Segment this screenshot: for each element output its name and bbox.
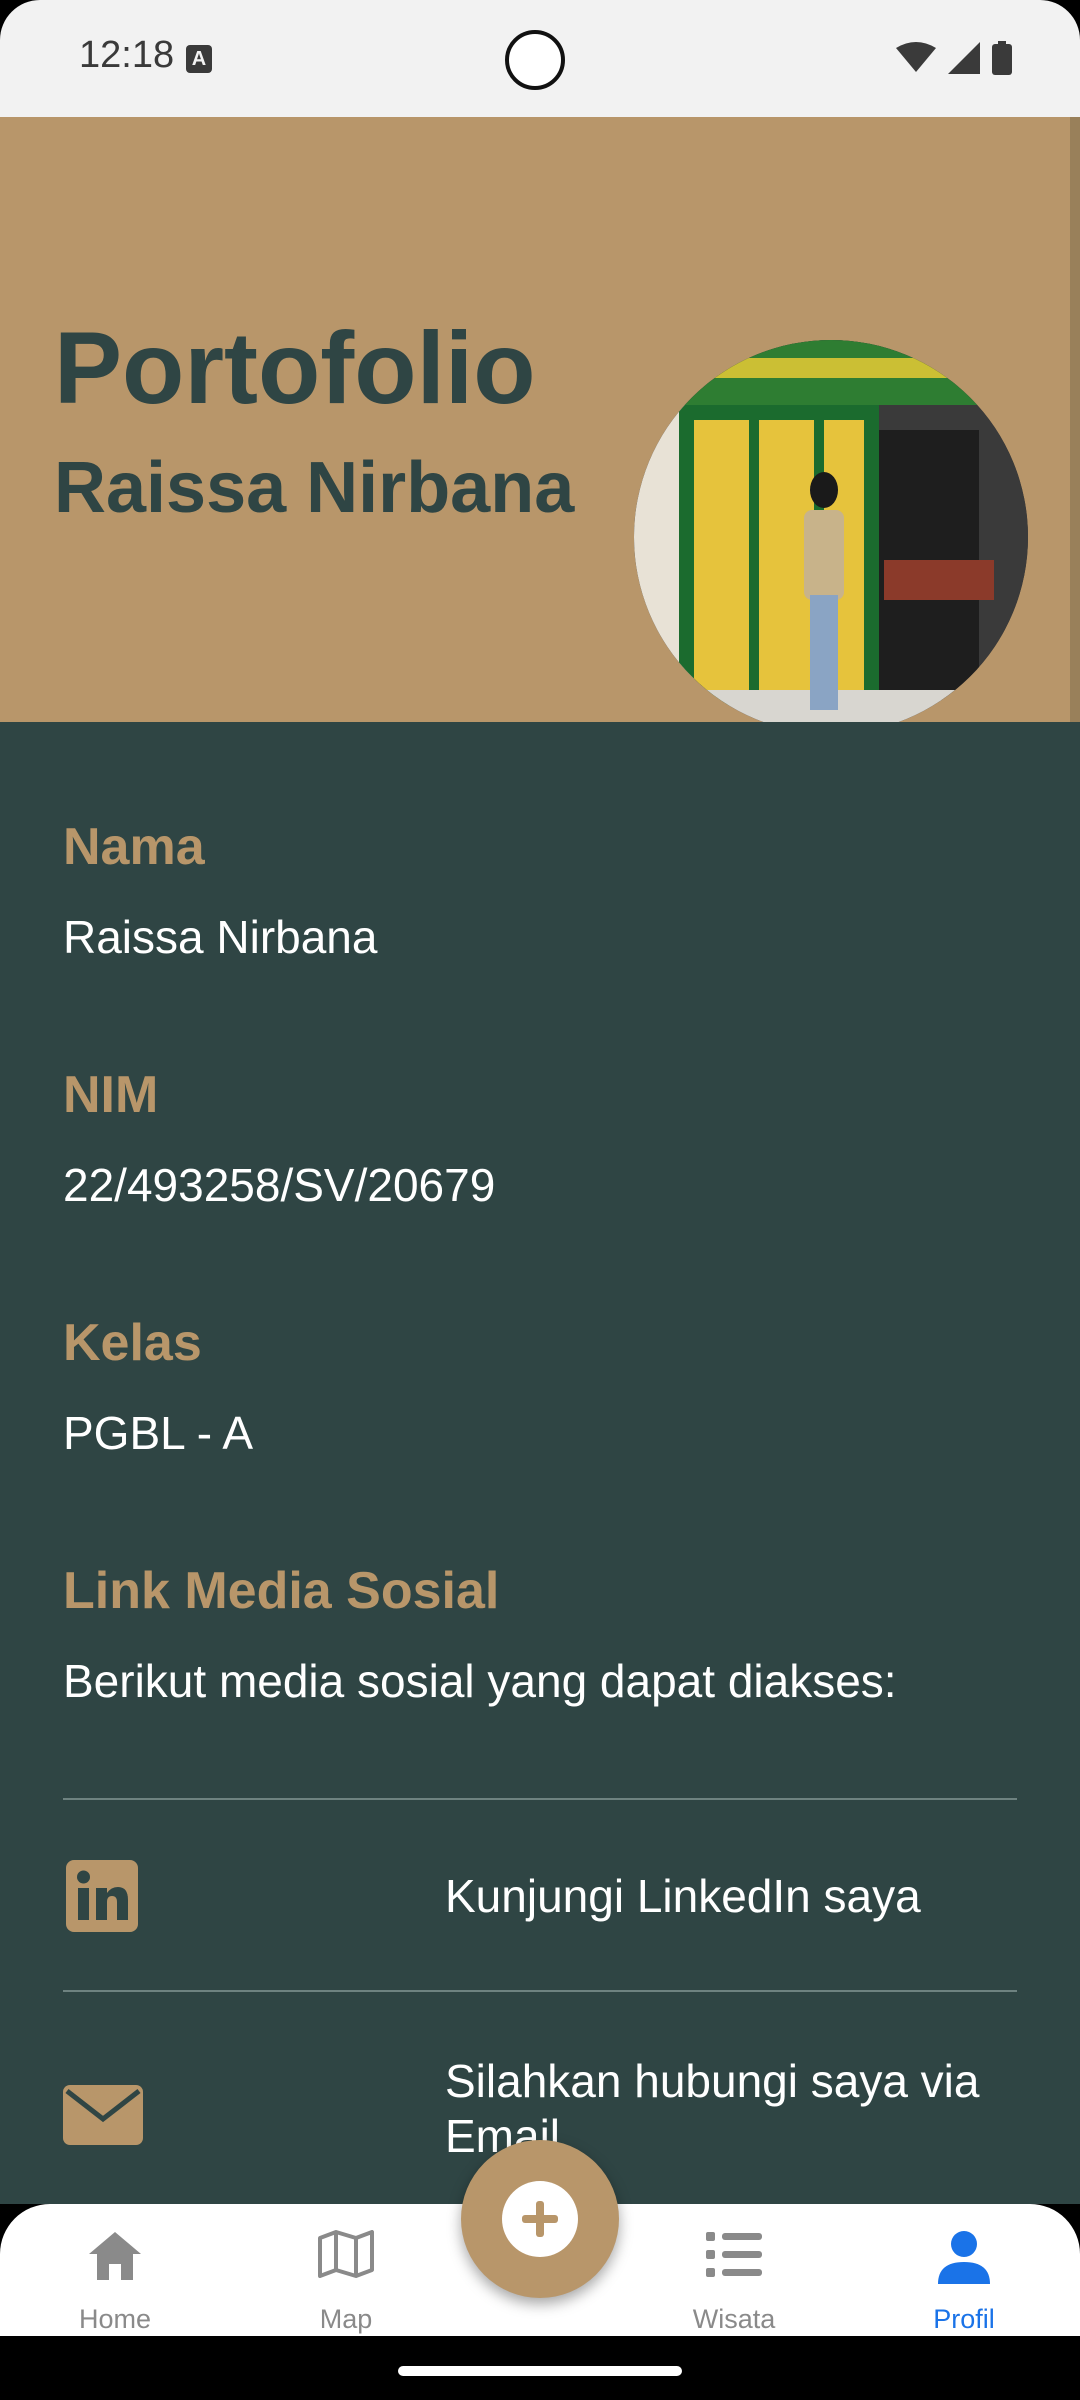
envelope-icon bbox=[63, 2085, 143, 2145]
signal-icon bbox=[948, 42, 980, 74]
profile-content: Nama Raissa Nirbana NIM 22/493258/SV/206… bbox=[0, 722, 1080, 2204]
system-icons bbox=[896, 40, 1012, 76]
page-subtitle: Raissa Nirbana bbox=[54, 448, 575, 528]
add-button[interactable] bbox=[461, 2140, 619, 2298]
linkedin-link-text[interactable]: Kunjungi LinkedIn saya bbox=[445, 1869, 1045, 1924]
home-indicator[interactable] bbox=[398, 2366, 682, 2376]
nav-item-wisata[interactable]: Wisata bbox=[654, 2204, 814, 2336]
plus-icon bbox=[522, 2201, 558, 2237]
linkedin-row[interactable]: Kunjungi LinkedIn saya bbox=[0, 1800, 1080, 1992]
battery-icon bbox=[992, 41, 1012, 75]
nim-label: NIM bbox=[63, 1066, 159, 1124]
home-icon bbox=[89, 2232, 141, 2280]
name-value: Raissa Nirbana bbox=[63, 911, 378, 963]
status-time: 12:18 bbox=[79, 34, 175, 76]
camera-cutout bbox=[505, 30, 565, 90]
wifi-icon bbox=[896, 42, 936, 72]
nav-label-profil: Profil bbox=[933, 2304, 995, 2334]
nav-item-profil[interactable]: Profil bbox=[884, 2204, 1044, 2336]
social-media-description: Berikut media sosial yang dapat diakses: bbox=[63, 1655, 897, 1707]
nav-label-home: Home bbox=[78, 2304, 152, 2334]
nim-value: 22/493258/SV/20679 bbox=[63, 1159, 496, 1211]
person-icon bbox=[938, 2231, 990, 2284]
nav-item-home[interactable]: Home bbox=[35, 2204, 195, 2336]
social-media-label: Link Media Sosial bbox=[63, 1562, 500, 1620]
keyboard-notification-icon: A bbox=[186, 45, 212, 73]
list-icon bbox=[706, 2232, 762, 2277]
nav-label-wisata: Wisata bbox=[692, 2304, 776, 2334]
linkedin-icon bbox=[66, 1860, 138, 1932]
kelas-value: PGBL - A bbox=[63, 1407, 254, 1459]
kelas-label: Kelas bbox=[63, 1314, 202, 1372]
map-icon bbox=[318, 2230, 374, 2278]
status-bar: 12:18 A bbox=[0, 0, 1080, 117]
nav-item-map[interactable]: Map bbox=[266, 2204, 426, 2336]
profile-photo bbox=[634, 340, 1028, 734]
page-title: Portofolio bbox=[54, 311, 536, 425]
portfolio-header: Portofolio Raissa Nirbana bbox=[0, 117, 1080, 734]
name-label: Nama bbox=[63, 818, 205, 876]
nav-label-map: Map bbox=[319, 2304, 373, 2334]
